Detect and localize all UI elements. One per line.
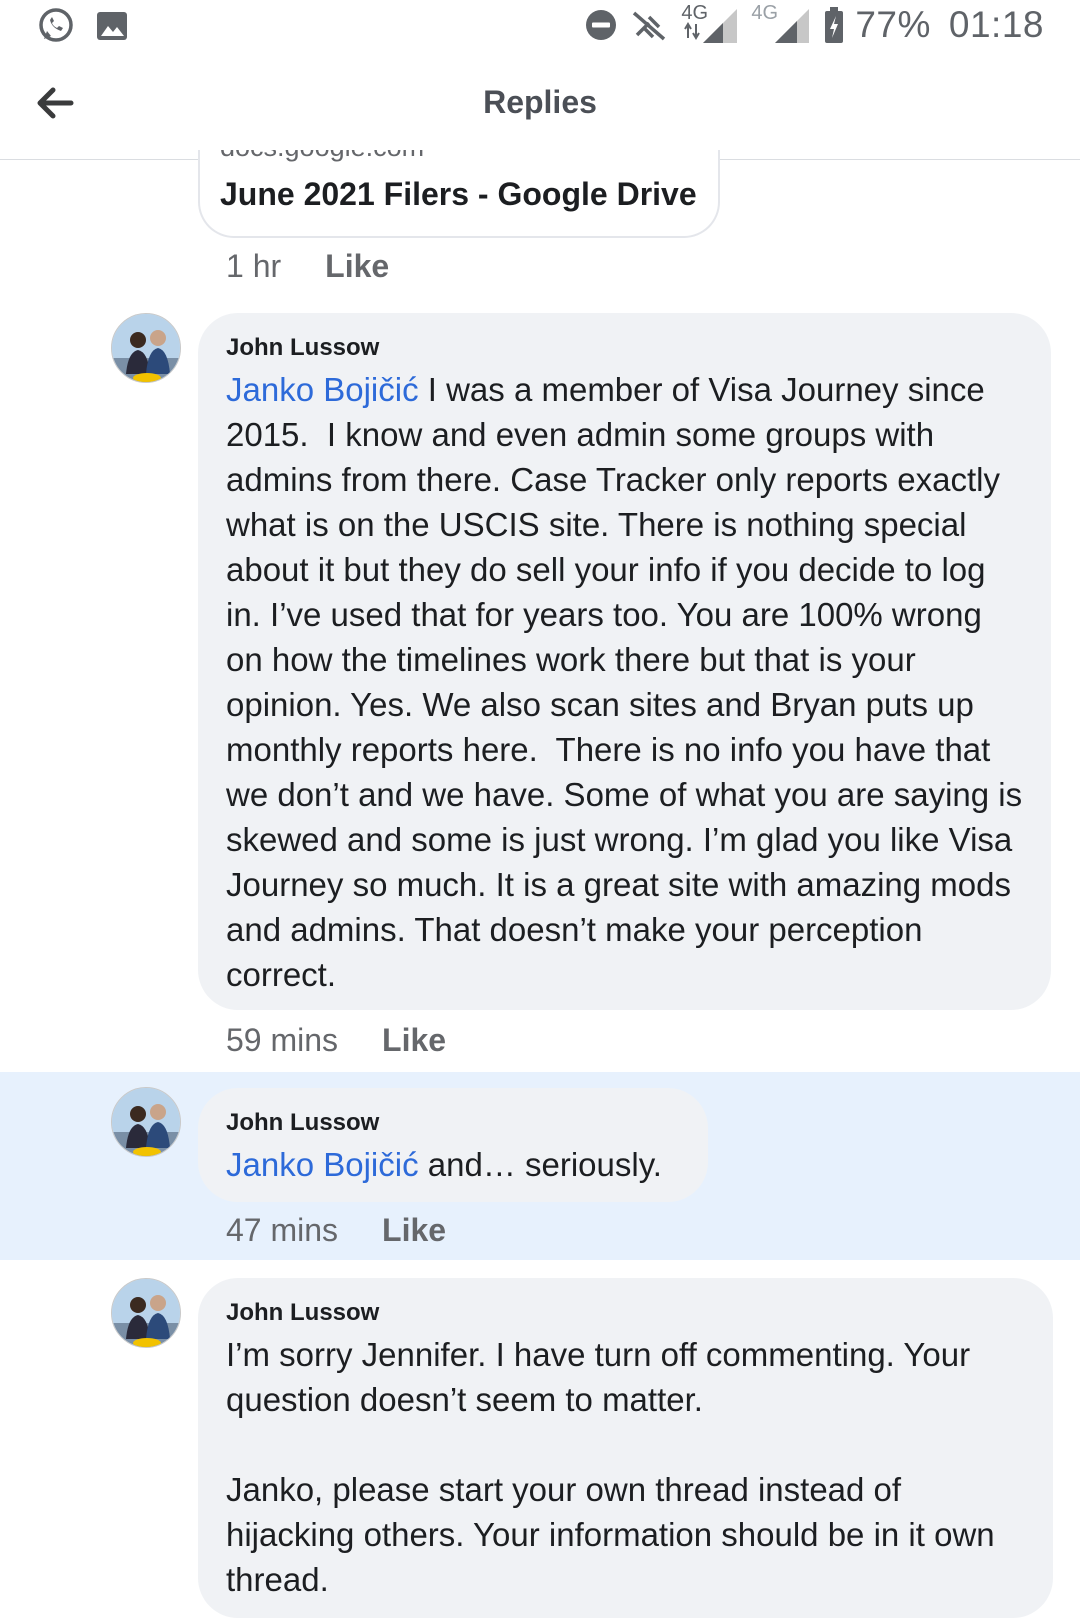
avatar-photo-icon (112, 314, 180, 382)
comment-body: Janko Bojičić I was a member of Visa Jou… (226, 367, 1023, 997)
like-button[interactable]: Like (382, 1212, 446, 1249)
network2-label: 4G (751, 2, 779, 24)
comment-text: and… seriously. (418, 1146, 662, 1183)
link-title: June 2021 Filers - Google Drive (220, 176, 697, 212)
status-bar: 4G 4G 77% 01:18 (0, 0, 1080, 56)
comment-body: I’m sorry Jennifer. I have turn off comm… (226, 1336, 995, 1598)
comment-author[interactable]: John Lussow (226, 1108, 680, 1138)
avatar-photo-icon (112, 1088, 180, 1156)
avatar[interactable] (111, 1087, 181, 1157)
link-preview-card[interactable]: docs.google.com June 2021 Filers - Googl… (198, 150, 720, 238)
link-domain: docs.google.com (220, 150, 424, 163)
comment-meta: 47 mins Like (226, 1212, 446, 1249)
comment-time: 1 hr (226, 248, 282, 284)
comment-bubble: John Lussow I’m sorry Jennifer. I have t… (198, 1278, 1053, 1618)
comment-text: I was a member of Visa Journey since 201… (226, 371, 1032, 993)
comment-meta: 59 mins Like (226, 1022, 446, 1059)
comment-time: 47 mins (226, 1212, 339, 1248)
mention-link[interactable]: Janko Bojičić (226, 371, 419, 408)
gallery-icon (94, 8, 130, 44)
data-off-icon (629, 5, 669, 45)
avatar[interactable] (111, 313, 181, 383)
whatsapp-icon (36, 6, 76, 46)
comment-time: 59 mins (226, 1022, 339, 1058)
like-button[interactable]: Like (325, 248, 389, 285)
do-not-disturb-icon (583, 7, 619, 43)
mention-link[interactable]: Janko Bojičić (226, 1146, 419, 1183)
page-title: Replies (483, 84, 597, 120)
avatar[interactable] (111, 1278, 181, 1348)
comment-author[interactable]: John Lussow (226, 1298, 1025, 1328)
network-label: 4G (681, 2, 709, 24)
avatar-photo-icon (112, 1279, 180, 1347)
comment-meta: 1 hr Like (226, 248, 389, 285)
signal-4g-secondary-icon: 4G (751, 2, 813, 45)
battery-icon (823, 5, 845, 45)
comment-bubble: John Lussow Janko Bojičić and… seriously… (198, 1088, 708, 1202)
header: Replies (0, 60, 1080, 160)
clock: 01:18 (948, 4, 1044, 45)
comment-body: Janko Bojičić and… seriously. (226, 1142, 680, 1187)
comment-bubble: John Lussow Janko Bojičić I was a member… (198, 313, 1051, 1010)
like-button[interactable]: Like (382, 1022, 446, 1059)
comment-author[interactable]: John Lussow (226, 333, 1023, 363)
battery-percent: 77% (855, 4, 931, 45)
signal-4g-icon: 4G (679, 2, 741, 45)
